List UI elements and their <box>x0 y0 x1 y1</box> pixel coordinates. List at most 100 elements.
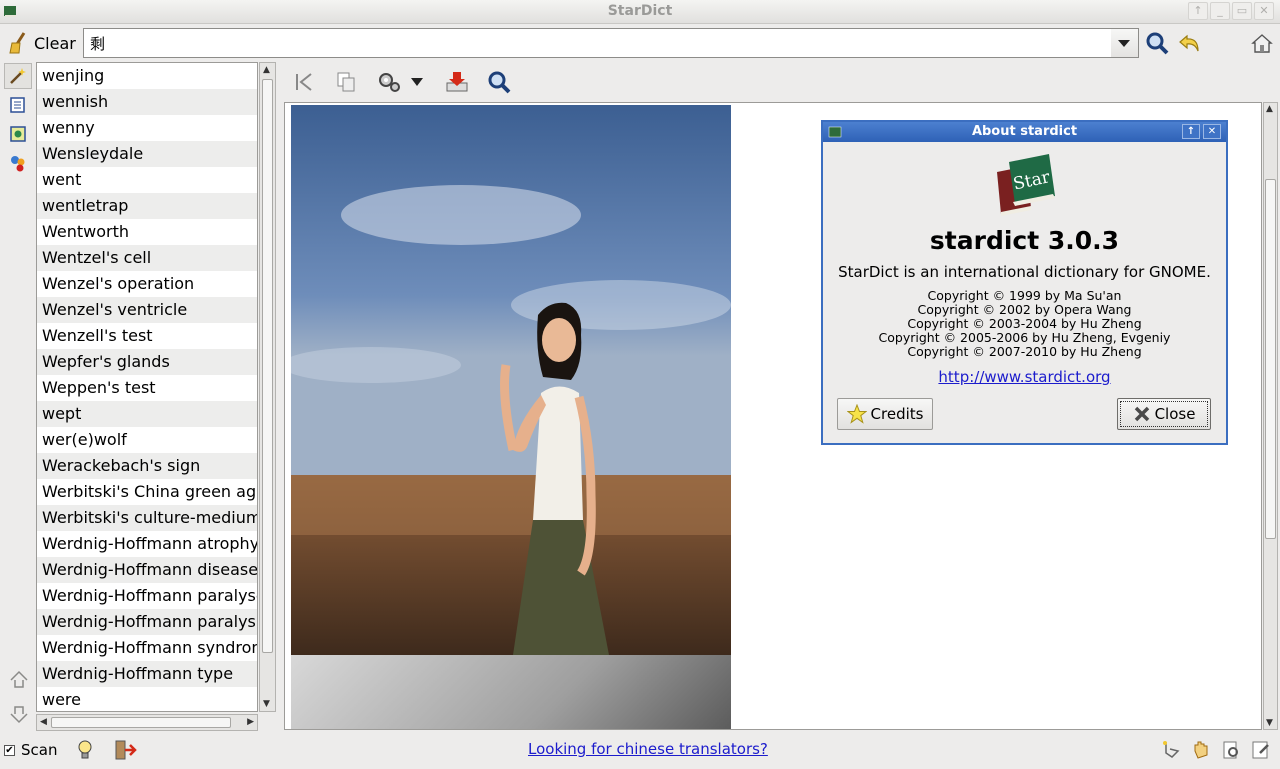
network-dict-button[interactable] <box>4 150 32 176</box>
search-history-dropdown[interactable] <box>1111 28 1139 58</box>
main-toolbar: Clear 剩 <box>0 24 1280 62</box>
word-list-item[interactable]: Wentworth <box>37 219 257 245</box>
find-in-page-icon[interactable] <box>486 70 512 94</box>
word-list-vertical-scrollbar[interactable]: ▲ ▼ <box>259 62 276 712</box>
scroll-up-arrow-icon[interactable]: ▲ <box>263 65 270 75</box>
dictionary-tree-icon <box>10 126 26 142</box>
scroll-down-arrow-icon[interactable]: ▼ <box>263 699 270 709</box>
treedict-button[interactable] <box>4 121 32 147</box>
word-list-item[interactable]: went <box>37 167 257 193</box>
scan-label: Scan <box>21 741 58 759</box>
about-dialog-titlebar: About stardict ↑ ✕ <box>823 122 1226 142</box>
clear-label: Clear <box>34 33 76 53</box>
word-list-item[interactable]: Werbitski's culture-medium <box>37 505 257 531</box>
dict-list-button[interactable] <box>4 92 32 118</box>
word-list-item[interactable]: Wentzel's cell <box>37 245 257 271</box>
scrollbar-thumb[interactable] <box>1265 179 1276 539</box>
star-icon <box>846 404 867 424</box>
copyright-line: Copyright © 1999 by Ma Su'an <box>927 288 1122 303</box>
chevron-down-icon[interactable] <box>410 76 424 88</box>
scrollbar-thumb[interactable] <box>262 79 273 653</box>
window-titlebar: StarDict ↑ _ ▭ ✕ <box>0 0 1280 24</box>
translators-link[interactable]: Looking for chinese translators? <box>528 740 768 758</box>
word-list-item[interactable]: wenjing <box>37 63 257 89</box>
word-list-horizontal-scrollbar[interactable]: ◀ ▶ <box>36 714 258 731</box>
word-list-item[interactable]: Werbitski's China green agar <box>37 479 257 505</box>
credits-button[interactable]: Credits <box>837 398 933 430</box>
close-button[interactable]: Close <box>1117 398 1211 430</box>
scan-hand-icon[interactable] <box>1160 739 1182 761</box>
broom-icon <box>9 32 26 54</box>
quit-icon[interactable] <box>113 738 137 762</box>
scrollbar-thumb[interactable] <box>51 717 231 728</box>
side-toolbar <box>2 62 34 730</box>
arrow-up-icon[interactable] <box>8 668 30 690</box>
word-list-item[interactable]: wenny <box>37 115 257 141</box>
copyright-block: Copyright © 1999 by Ma Su'an Copyright ©… <box>823 289 1226 359</box>
lightbulb-icon[interactable] <box>74 738 96 762</box>
word-list-item[interactable]: Werdnig-Hoffmann atrophy <box>37 531 257 557</box>
word-list-item[interactable]: Wepfer's glands <box>37 349 257 375</box>
home-icon[interactable] <box>1249 31 1275 55</box>
word-list-item[interactable]: Weppen's test <box>37 375 257 401</box>
copyright-line: Copyright © 2002 by Opera Wang <box>917 302 1132 317</box>
word-list-item[interactable]: Werackebach's sign <box>37 453 257 479</box>
fuzzy-query-button[interactable] <box>4 63 32 89</box>
dictionary-photo-2 <box>291 655 731 729</box>
stardict-logo-icon: Star <box>997 154 1055 216</box>
word-list-item[interactable]: Werdnig-Hoffmann paralyses <box>37 583 257 609</box>
word-list-item[interactable]: wentletrap <box>37 193 257 219</box>
definition-vertical-scrollbar[interactable]: ▲ ▼ <box>1263 102 1278 730</box>
scan-checkbox[interactable]: ✔ <box>4 744 15 756</box>
window-maximize-button[interactable]: ▭ <box>1232 2 1252 20</box>
copyright-line: Copyright © 2005-2006 by Hu Zheng, Evgen… <box>878 330 1171 345</box>
preferences-icon[interactable] <box>1250 739 1272 761</box>
search-input[interactable]: 剩 <box>83 28 1112 58</box>
dialog-up-button[interactable]: ↑ <box>1182 124 1200 139</box>
book-list-icon <box>10 97 25 113</box>
copyright-line: Copyright © 2003-2004 by Hu Zheng <box>907 316 1142 331</box>
word-list-item[interactable]: Werdnig-Hoffmann type <box>37 661 257 687</box>
word-list-item[interactable]: were <box>37 687 257 711</box>
word-list-item[interactable]: Wenzell's test <box>37 323 257 349</box>
scan-toggle[interactable]: ✔ Scan <box>4 741 57 759</box>
back-icon[interactable] <box>1177 31 1203 55</box>
stardict-app-icon <box>828 126 842 138</box>
scroll-left-arrow-icon[interactable]: ◀ <box>40 717 47 727</box>
word-list-item[interactable]: Wenzel's ventricle <box>37 297 257 323</box>
copy-icon[interactable] <box>334 70 358 94</box>
dialog-close-button[interactable]: ✕ <box>1203 124 1221 139</box>
program-description: StarDict is an international dictionary … <box>838 263 1211 281</box>
window-minimize-button[interactable]: _ <box>1210 2 1230 20</box>
word-list-item[interactable]: wennish <box>37 89 257 115</box>
save-icon[interactable] <box>444 69 470 95</box>
about-dialog-title: About stardict <box>971 124 1078 139</box>
word-list-item[interactable]: wept <box>37 401 257 427</box>
word-list-item[interactable]: Werdnig-Hoffmann disease <box>37 557 257 583</box>
word-list[interactable]: wenjing wennish wenny Wensleydale went wentle… <box>36 62 258 712</box>
word-list-item[interactable]: Werdnig-Hoffmann syndrome <box>37 635 257 661</box>
credits-label: Credits <box>870 405 924 423</box>
close-label: Close <box>1154 405 1196 423</box>
manual-search-icon[interactable] <box>1220 739 1242 761</box>
clear-button[interactable]: Clear <box>8 29 76 57</box>
word-list-item[interactable]: Werdnig-Hoffmann paralysis <box>37 609 257 635</box>
go-first-icon[interactable] <box>292 70 316 94</box>
scroll-up-arrow-icon[interactable]: ▲ <box>1266 104 1273 114</box>
word-list-item[interactable]: Wensleydale <box>37 141 257 167</box>
gears-icon[interactable] <box>376 70 404 94</box>
word-list-item[interactable]: wer(e)wolf <box>37 427 257 453</box>
search-icon[interactable] <box>1144 31 1170 55</box>
hand-icon[interactable] <box>1190 739 1212 761</box>
program-name-version: stardict 3.0.3 <box>929 226 1120 255</box>
window-close-button[interactable]: ✕ <box>1254 2 1274 20</box>
arrow-down-icon[interactable] <box>8 704 30 726</box>
copyright-line: Copyright © 2007-2010 by Hu Zheng <box>907 344 1142 359</box>
window-up-button[interactable]: ↑ <box>1188 2 1208 20</box>
chevron-down-icon <box>1118 40 1130 47</box>
scroll-right-arrow-icon[interactable]: ▶ <box>247 717 254 727</box>
close-icon <box>1134 406 1149 422</box>
scroll-down-arrow-icon[interactable]: ▼ <box>1266 718 1273 728</box>
website-link[interactable]: http://www.stardict.org <box>823 368 1226 386</box>
word-list-item[interactable]: Wenzel's operation <box>37 271 257 297</box>
